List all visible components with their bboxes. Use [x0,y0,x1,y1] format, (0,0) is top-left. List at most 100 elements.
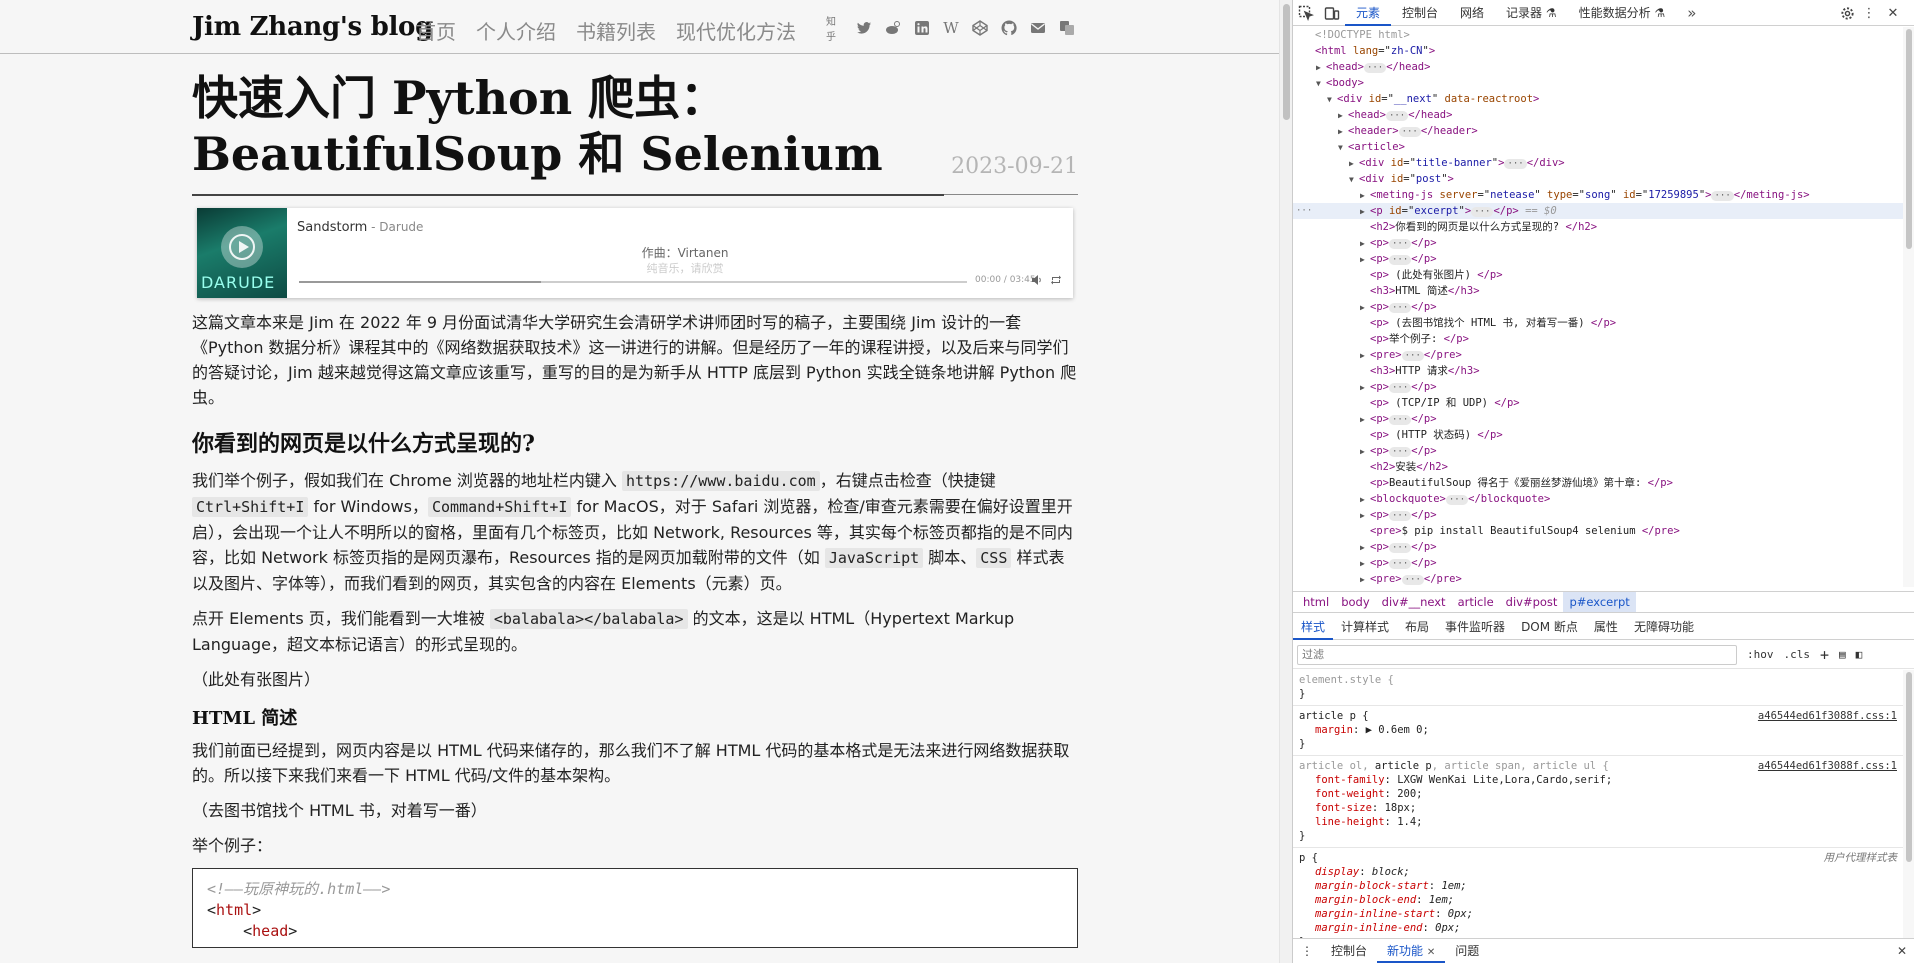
drawer-tab-console[interactable]: 控制台 [1321,939,1377,963]
drawer-menu-icon[interactable]: ⋮ [1293,939,1321,963]
dom-node-row[interactable]: <h3>HTML 简述</h3> [1293,283,1903,299]
css-declaration[interactable]: margin-block-end: 1em; [1299,893,1897,907]
expand-toggle-icon[interactable]: ▶ [1360,300,1370,316]
expand-toggle-icon[interactable]: ▼ [1349,172,1359,188]
twitter-icon[interactable] [855,19,873,37]
tab-performance-insights[interactable]: 性能数据分析 ⚗ [1568,0,1677,26]
css-value[interactable]: 0px; [1435,922,1460,934]
css-value[interactable]: 1.4; [1397,816,1422,828]
dom-node-row[interactable]: ▶ <p> ··· </p> [1293,539,1903,555]
expand-toggle-icon[interactable]: ▼ [1327,92,1337,108]
css-declaration[interactable]: margin: ▶ 0.6em 0; [1299,723,1897,737]
css-value[interactable]: 0px; [1448,908,1473,920]
device-toolbar-icon[interactable] [1319,0,1345,26]
subtab-layout[interactable]: 布局 [1397,614,1437,640]
css-property[interactable]: font-weight [1315,788,1385,800]
expand-toggle-icon[interactable]: ▼ [1338,140,1348,156]
css-property[interactable]: font-family [1315,774,1385,786]
expand-toggle-icon[interactable]: ▶ [1360,412,1370,428]
dom-node-row[interactable]: <p>举个例子: </p> [1293,331,1903,347]
breadcrumb-item[interactable]: body [1335,592,1375,612]
css-property[interactable]: font-size [1315,802,1372,814]
breadcrumb-item[interactable]: article [1452,592,1500,612]
dom-scrollbar[interactable] [1903,27,1914,587]
subtab-event-listeners[interactable]: 事件监听器 [1437,614,1513,640]
loop-icon[interactable] [1050,274,1062,286]
subtab-properties[interactable]: 属性 [1586,614,1626,640]
dom-node-row[interactable]: <h2>你看到的网页是以什么方式呈现的? </h2> [1293,219,1903,235]
page-scrollbar[interactable] [1279,0,1292,963]
css-declaration[interactable]: font-weight: 200; [1299,787,1897,801]
css-value[interactable]: ▶ 0.6em 0; [1366,724,1429,736]
styles-scroll-thumb[interactable] [1906,672,1912,862]
expand-toggle-icon[interactable]: ▶ [1360,556,1370,572]
nav-optimization[interactable]: 现代优化方法 [676,16,796,45]
collapsed-ellipsis[interactable]: ··· [1445,495,1469,505]
drawer-tab-whats-new[interactable]: 新功能 ✕ [1377,939,1446,963]
selector-part[interactable]: article ol, [1299,760,1375,772]
subtab-styles[interactable]: 样式 [1293,614,1334,640]
expand-toggle-icon[interactable]: ▶ [1349,156,1359,172]
css-value[interactable]: 18px; [1385,802,1417,814]
page-scroll-thumb[interactable] [1283,4,1290,120]
css-declaration[interactable]: margin-block-start: 1em; [1299,879,1897,893]
expand-toggle-icon[interactable]: ▶ [1338,124,1348,140]
volume-icon[interactable] [1031,274,1043,286]
expand-toggle-icon[interactable]: ▶ [1360,444,1370,460]
dom-node-row[interactable]: ▶ <head> ··· </head> [1293,59,1903,75]
tab-network[interactable]: 网络 [1449,0,1495,26]
site-title-link[interactable]: Jim Zhang's blog [192,12,433,42]
dom-node-row[interactable]: ▶ <pre> ··· </pre> [1293,347,1903,363]
collapsed-ellipsis[interactable]: ··· [1388,415,1412,425]
css-value[interactable]: 200; [1397,788,1422,800]
dom-node-row[interactable]: ▶ <p> ··· </p> [1293,251,1903,267]
css-value[interactable]: LXGW WenKai Lite,Lora,Cardo,serif; [1397,774,1612,786]
expand-toggle-icon[interactable]: ▶ [1360,204,1370,220]
dom-node-row[interactable]: <html lang="zh-CN"> [1293,43,1903,59]
more-tabs-icon[interactable]: » [1676,0,1707,26]
dom-scroll-thumb[interactable] [1906,29,1912,249]
collapsed-ellipsis[interactable]: ··· [1711,191,1734,201]
close-drawer-icon[interactable]: ✕ [1897,944,1907,958]
dom-node-row[interactable]: ▶ <div id="title-banner"> ··· </div> [1293,155,1903,171]
collapsed-ellipsis[interactable]: ··· [1398,127,1421,137]
dom-node-row[interactable]: <p>BeautifulSoup 得名于《爱丽丝梦游仙境》第十章: </p> [1293,475,1903,491]
css-property[interactable]: line-height [1315,816,1385,828]
styles-scrollbar[interactable] [1903,670,1914,938]
dom-node-row[interactable]: ▶ <p> ··· </p> [1293,411,1903,427]
expand-toggle-icon[interactable]: ▶ [1360,572,1370,587]
dom-node-row[interactable]: ▼ <div id="post"> [1293,171,1903,187]
nav-home[interactable]: 首页 [416,16,456,45]
css-property[interactable]: display [1315,866,1359,878]
css-declaration[interactable]: font-size: 18px; [1299,801,1897,815]
dom-node-row[interactable]: ▶ <p> ··· </p> [1293,299,1903,315]
css-property[interactable]: margin-block-end [1315,894,1416,906]
css-value[interactable]: 1em; [1441,880,1466,892]
collapsed-ellipsis[interactable]: ··· [1388,303,1412,313]
rule-selector[interactable]: element.style { [1299,674,1394,686]
collapsed-ellipsis[interactable]: ··· [1388,543,1412,553]
github-icon[interactable] [1000,19,1018,37]
new-style-rule-icon[interactable]: + [1820,646,1829,664]
css-declaration[interactable]: display: block; [1299,865,1897,879]
collapsed-ellipsis[interactable]: ··· [1388,239,1412,249]
css-declaration[interactable]: line-height: 1.4; [1299,815,1897,829]
toggle-sidebar-icon[interactable]: ◧ [1856,648,1863,661]
rendering-emulation-icon[interactable]: ▤ [1839,648,1846,661]
close-devtools-icon[interactable]: ✕ [1885,5,1901,21]
styles-filter-input[interactable] [1297,644,1737,665]
dom-node-row[interactable]: ▶ <blockquote> ··· </blockquote> [1293,491,1903,507]
tab-elements[interactable]: 元素 [1345,0,1392,26]
dom-node-row[interactable]: ▶ <p> ··· </p> [1293,235,1903,251]
dom-tree[interactable]: <!DOCTYPE html> <html lang="zh-CN"> ▶ <head… [1293,27,1903,587]
dom-node-row[interactable]: <pre>$ pip install BeautifulSoup4 seleni… [1293,523,1903,539]
expand-toggle-icon[interactable]: ▶ [1316,60,1326,76]
dom-node-row[interactable]: ▼ <article> [1293,139,1903,155]
collapsed-ellipsis[interactable]: ··· [1388,447,1412,457]
css-property[interactable]: margin-block-start [1315,880,1429,892]
expand-toggle-icon[interactable]: ▼ [1316,76,1326,92]
subtab-accessibility[interactable]: 无障碍功能 [1626,614,1702,640]
email-icon[interactable] [1029,19,1047,37]
rule-source-link[interactable]: a46544ed61f3088f.css:1 [1758,759,1897,773]
drawer-tab-issues[interactable]: 问题 [1445,939,1489,963]
